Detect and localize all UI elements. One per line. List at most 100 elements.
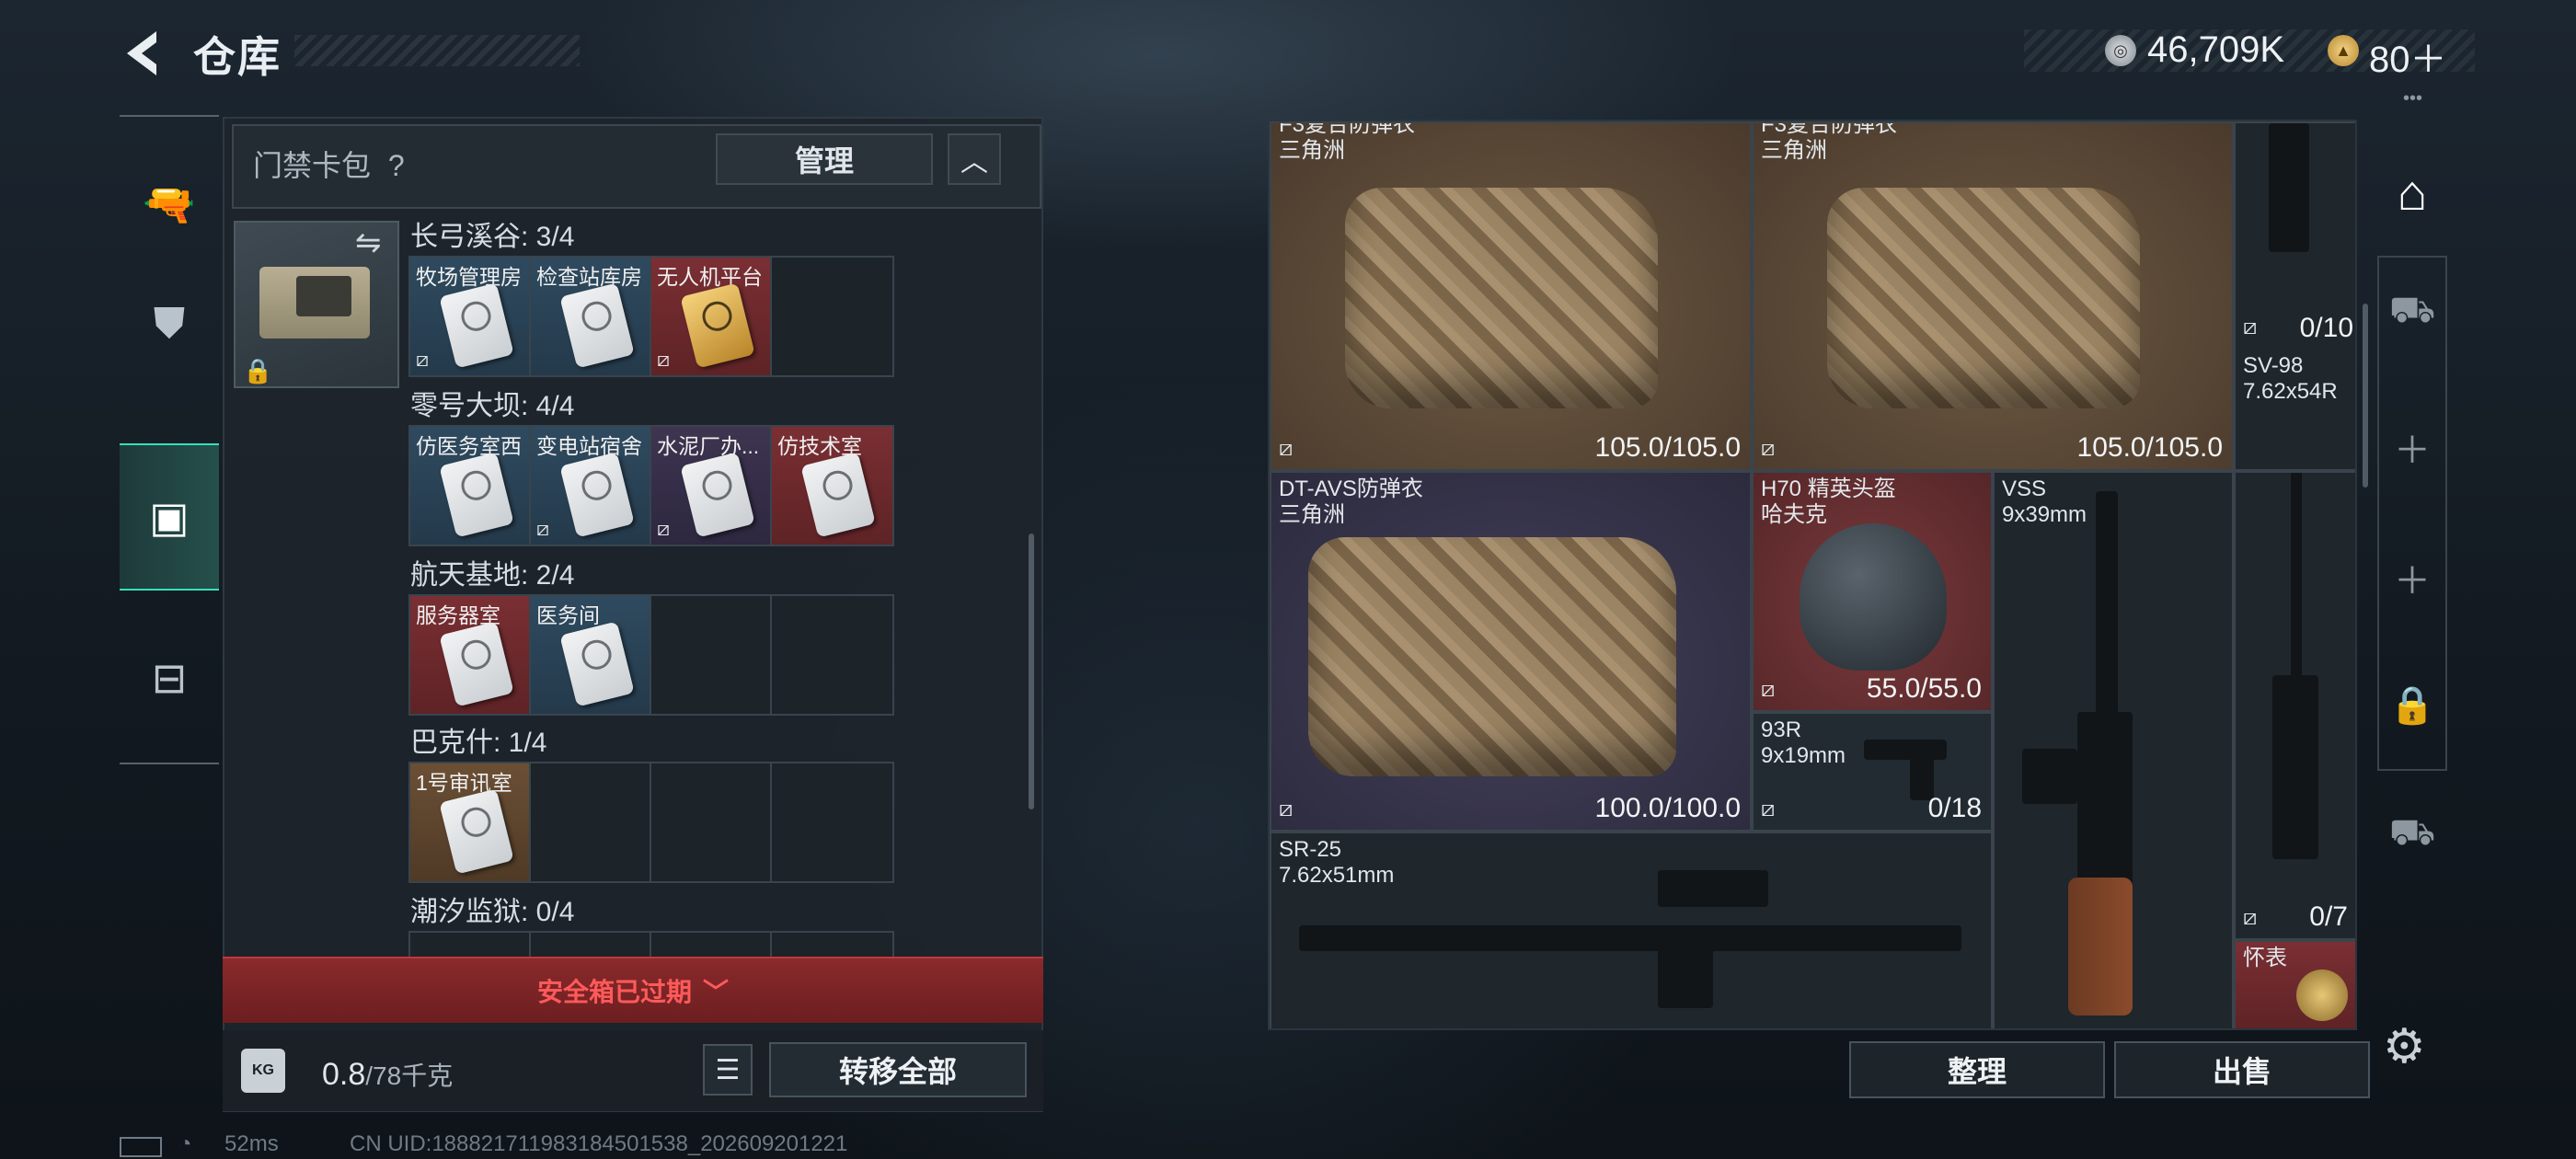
more-menu-icon[interactable]: ••• [2403,88,2422,109]
storage-tab-1[interactable]: ⛟ [2377,267,2447,359]
sell-button[interactable]: 出售 [2114,1041,2370,1098]
keycard-image [680,282,755,369]
section-title: 巴克什: 1/4 [410,728,547,758]
empty-slot[interactable] [772,596,892,714]
keycard-slot[interactable]: 医务间 [531,596,651,714]
currency-amount[interactable]: 46,709K [2147,29,2284,71]
left-scrollbar[interactable] [1029,534,1034,809]
premium-currency-amount[interactable]: 80＋ [2369,29,2447,83]
swap-icon[interactable]: ⇋ [355,224,382,261]
armor-image [1827,188,2140,408]
pistol-icon: 🔫 [143,179,196,228]
sniper-item[interactable]: ⧄ 0/7 [2234,471,2355,940]
armor-image [1345,188,1658,408]
warehouse-icon[interactable]: ⌂ [2375,147,2449,239]
rifle-mag [1658,935,1713,1008]
gear-icon[interactable]: ⚙ [2383,1019,2426,1074]
empty-slot[interactable] [651,763,772,881]
no-insure-icon: ⧄ [1761,797,1776,821]
storage-tab-extra[interactable]: ⛟ [2377,789,2447,881]
plus-icon: ＋ [2394,561,2431,602]
silver-coin-icon: ◎ [2105,35,2136,66]
pistol-item[interactable]: 93R 9x19mm ⧄ 0/18 [1752,712,1993,832]
ping-text: 52ms [224,1131,279,1156]
wifi-icon: ◔ [178,1131,192,1156]
empty-slot[interactable] [772,763,892,881]
rifle-image [2096,491,2118,730]
no-insure-icon: ⧄ [657,348,670,371]
lock-icon: 🔒 [243,357,273,384]
watch-image [2296,970,2348,1021]
armor-item[interactable]: DT-AVS防弹衣 三角洲 ⧄ 100.0/100.0 [1270,471,1752,832]
keycard-row [408,931,894,958]
armor-image [1308,537,1676,776]
sort-button[interactable]: 整理 [1849,1041,2105,1098]
keycard-slot[interactable]: 变电站宿舍 ⧄ [531,427,651,545]
list-icon: ☰ [715,1054,741,1085]
helmet-item[interactable]: H70 精英头盔 哈夫克 ⧄ 55.0/55.0 [1752,471,1993,712]
armor-item[interactable]: F3复合防弹衣 三角洲 ⧄ 105.0/105.0 [1270,121,1752,471]
storage-box-icon: ⛟ [2388,290,2436,330]
sniper-item[interactable]: 0/10 ⧄ SV-98 7.62x54R [2234,121,2355,471]
keycard-row: 仿医务室西 变电站宿舍 ⧄ 水泥厂办... ⧄ 仿技术室 [408,425,894,546]
no-insure-icon: ⧄ [416,348,429,371]
transfer-all-button[interactable]: 转移全部 [769,1042,1027,1097]
section-title: 长弓溪谷: 3/4 [410,222,575,252]
empty-slot[interactable] [531,763,651,881]
keycard-slot[interactable]: 检查站库房 [531,258,651,375]
watch-item[interactable]: 怀表 [2234,940,2355,1028]
rifle-item[interactable]: VSS 9x39mm [1993,471,2234,1028]
toolbox-icon: ⊟ [151,654,188,702]
add-storage-button[interactable]: ＋ [2377,532,2447,624]
keycard-slot[interactable]: 牧场管理房 ⧄ [410,258,531,375]
keycard-case-detail [296,276,351,316]
gold-coin-icon: ▲ [2328,35,2359,66]
grid-scrollbar[interactable] [2363,304,2368,488]
manage-button[interactable]: 管理 [716,133,933,185]
no-insure-icon: ⧄ [1761,677,1776,702]
help-icon[interactable]: ? [388,149,405,182]
armor-icon: ⛊ [153,299,186,347]
empty-slot[interactable] [651,933,772,957]
keycard-slot[interactable]: 服务器室 [410,596,531,714]
pistol-image [1864,740,1947,760]
empty-slot[interactable] [772,258,892,375]
locked-storage-tab[interactable]: 🔒 [2377,659,2447,751]
collapse-button[interactable]: ︿ [948,133,1001,185]
keycard-slot[interactable]: 1号审讯室 [410,763,531,881]
section-title: 航天基地: 2/4 [410,560,575,591]
gear-tab[interactable]: ⛊ [120,273,219,374]
section-title: 零号大坝: 4/4 [410,391,575,421]
storage-grid: F3复合防弹衣 三角洲 ⧄ 105.0/105.0 F3复合防弹衣 三角洲 ⧄ … [1268,120,2357,1030]
empty-slot[interactable] [531,933,651,957]
category-nav: 🔫 ⛊ ▣ ⊟ [120,115,219,764]
keycard-slot[interactable]: 仿技术室 [772,427,892,545]
page-title: 仓库 [193,33,282,81]
safe-box-expired-banner[interactable]: 安全箱已过期 ﹀ [223,957,1043,1023]
lock-icon: 🔒 [2389,684,2435,726]
keycard-row: 牧场管理房 ⧄ 检查站库房 无人机平台 ⧄ [408,256,894,377]
back-arrow-icon[interactable] [120,28,166,79]
keycard-slot[interactable]: 仿医务室西 [410,427,531,545]
toolbox-tab[interactable]: ⊟ [120,627,219,729]
empty-slot[interactable] [651,596,772,714]
keycard-image [439,282,514,369]
keycard-image [559,621,635,707]
keycard-pack-title: 门禁卡包 ? [253,149,405,182]
armor-item[interactable]: F3复合防弹衣 三角洲 ⧄ 105.0/105.0 [1752,121,2234,471]
list-view-button[interactable]: ☰ [703,1044,753,1096]
container-tab[interactable]: ▣ [120,443,219,591]
keycard-slot[interactable]: 水泥厂办... ⧄ [651,427,772,545]
section-title: 潮汐监狱: 0/4 [410,897,575,927]
rifle-item[interactable]: SR-25 7.62x51mm [1270,832,1993,1028]
keycard-image [559,282,635,369]
empty-slot[interactable] [772,933,892,957]
no-insure-icon: ⧄ [1761,436,1776,461]
battery-icon [120,1137,162,1157]
rifle-stock [2068,878,2133,1016]
keycard-slot[interactable]: 无人机平台 ⧄ [651,258,772,375]
weapons-tab[interactable]: 🔫 [120,154,219,255]
weight-icon: KG [241,1049,285,1093]
empty-slot[interactable] [410,933,531,957]
add-storage-button[interactable]: ＋ [2377,401,2447,493]
